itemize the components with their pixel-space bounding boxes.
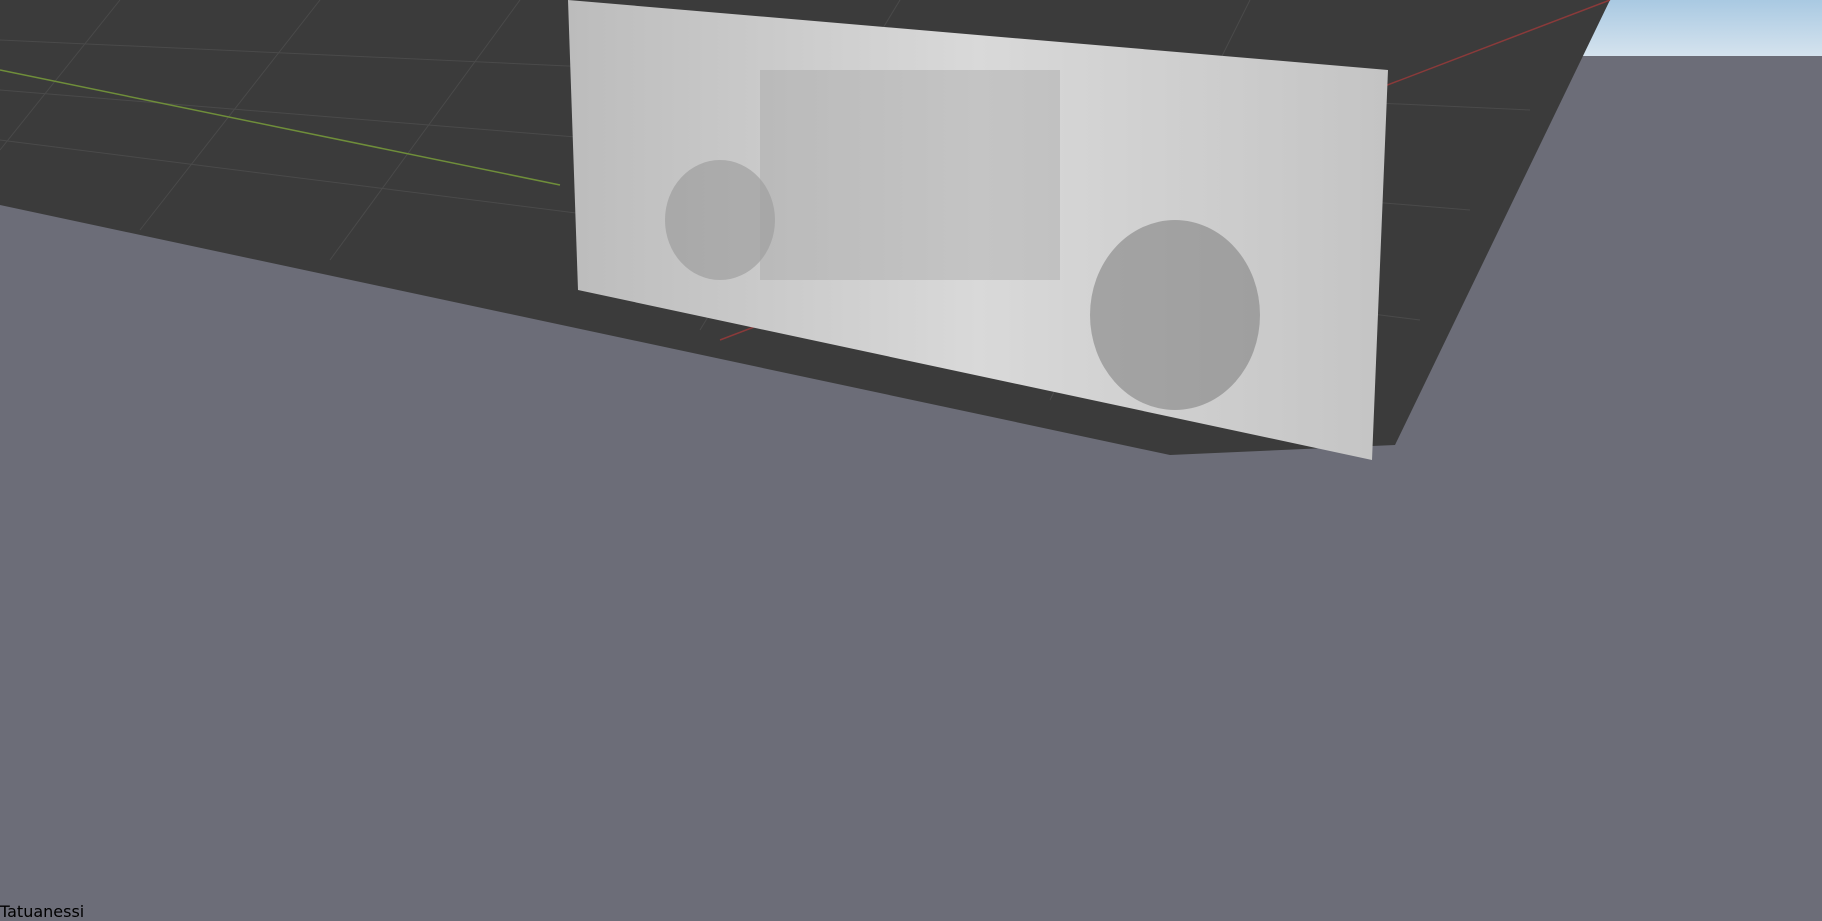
3d-viewport-scene[interactable]: Tatuanessi <box>0 0 1822 921</box>
photo-watermark: Tatuanessi <box>0 902 85 921</box>
